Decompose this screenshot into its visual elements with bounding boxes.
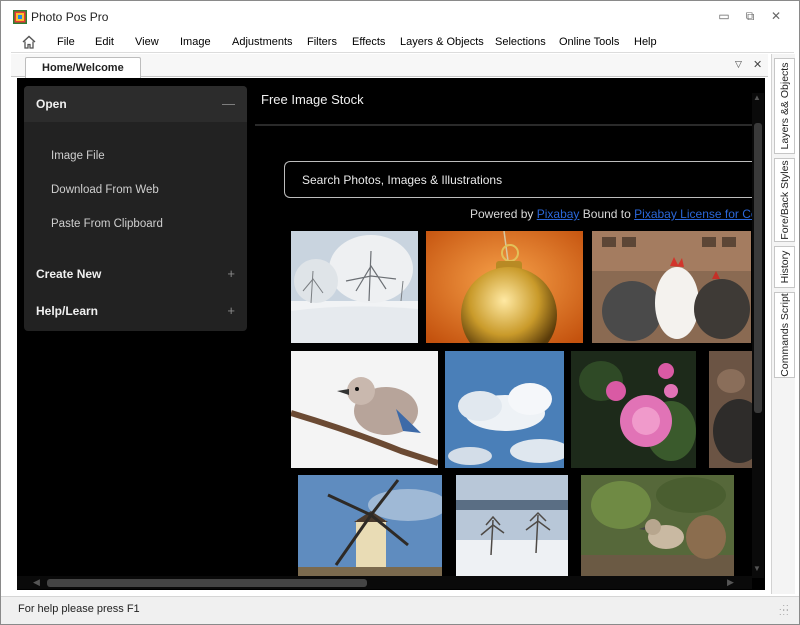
tab-fore-back-styles[interactable]: Fore/Back Styles xyxy=(774,158,795,242)
welcome-page: Open — Image File Download From Web Past… xyxy=(17,78,765,590)
window-title: Photo Pos Pro xyxy=(31,10,109,24)
tab-fore-back-styles-label: Fore/Back Styles xyxy=(778,160,791,240)
title-bar: Photo Pos Pro ▭ ⧉ ✕ xyxy=(1,1,799,31)
tab-home-welcome[interactable]: Home/Welcome xyxy=(25,57,141,78)
pixabay-link[interactable]: Pixabay xyxy=(537,207,580,221)
tab-history[interactable]: History xyxy=(774,246,795,288)
restore-button[interactable]: ⧉ xyxy=(739,7,761,25)
stock-header: Free Image Stock xyxy=(255,78,765,120)
minimize-button[interactable]: ▭ xyxy=(713,7,735,25)
menu-view[interactable]: View xyxy=(135,36,159,48)
side-panel-tabs: Layers && Objects Fore/Back Styles Histo… xyxy=(771,54,795,594)
menu-adjustments[interactable]: Adjustments xyxy=(232,36,293,48)
app-logo-icon xyxy=(13,10,27,24)
photo-jay-bird[interactable] xyxy=(291,351,438,468)
vertical-scroll-thumb[interactable] xyxy=(754,123,762,413)
photo-pink-flower[interactable] xyxy=(571,351,696,468)
resize-grip-icon[interactable]: .::.:: xyxy=(779,603,790,617)
create-new-title: Create New xyxy=(36,267,102,281)
close-button[interactable]: ✕ xyxy=(765,7,787,25)
tab-layers-objects[interactable]: Layers && Objects xyxy=(774,58,795,154)
scroll-left-icon[interactable]: ◀ xyxy=(33,577,40,588)
horizontal-scroll-thumb[interactable] xyxy=(47,579,367,587)
photo-sparrow-pinecone[interactable] xyxy=(581,475,734,576)
menu-effects[interactable]: Effects xyxy=(352,36,385,48)
tab-commands-script[interactable]: Commands Script xyxy=(774,292,795,378)
photo-gold-ornament[interactable] xyxy=(426,231,583,343)
search-placeholder: Search Photos, Images & Illustrations xyxy=(302,173,503,187)
status-text: For help please press F1 xyxy=(18,603,140,615)
powered-prefix: Powered by xyxy=(470,207,534,221)
photo-snowy-trees[interactable] xyxy=(291,231,418,343)
document-tab-strip: Home/Welcome ▽ ✕ xyxy=(11,54,768,78)
bound-text: Bound to xyxy=(582,207,631,221)
home-icon[interactable] xyxy=(21,34,37,50)
photo-windmill[interactable] xyxy=(298,475,442,576)
menu-file[interactable]: File xyxy=(57,36,75,48)
menu-filters[interactable]: Filters xyxy=(307,36,337,48)
menu-layers-objects[interactable]: Layers & Objects xyxy=(400,36,484,48)
menu-bar: File Edit View Image Adjustments Filters… xyxy=(11,32,794,53)
powered-by-line: Powered by Pixabay Bound to Pixabay Lice… xyxy=(470,207,754,221)
download-from-web-link[interactable]: Download From Web xyxy=(51,184,159,196)
menu-selections[interactable]: Selections xyxy=(495,36,546,48)
stock-divider xyxy=(255,124,753,126)
photo-hens[interactable] xyxy=(709,351,752,468)
scroll-right-icon[interactable]: ▶ xyxy=(727,577,734,588)
tab-menu-icon[interactable]: ▽ xyxy=(735,59,742,70)
scroll-up-icon[interactable]: ▲ xyxy=(753,93,761,102)
horizontal-scrollbar[interactable]: ◀ ▶ xyxy=(17,576,752,589)
menu-edit[interactable]: Edit xyxy=(95,36,114,48)
open-image-file-link[interactable]: Image File xyxy=(51,150,105,162)
menu-help[interactable]: Help xyxy=(634,36,657,48)
help-learn-section-header[interactable]: Help/Learn + xyxy=(24,293,247,329)
tab-close-icon[interactable]: ✕ xyxy=(753,58,762,71)
collapse-icon[interactable]: — xyxy=(222,86,235,122)
photo-roosters[interactable] xyxy=(592,231,751,343)
expand-icon[interactable]: + xyxy=(227,293,235,329)
image-search-input[interactable]: Search Photos, Images & Illustrations xyxy=(284,161,754,198)
tab-layers-objects-label: Layers && Objects xyxy=(778,62,791,150)
tab-commands-script-label: Commands Script xyxy=(778,293,791,377)
app-window: Photo Pos Pro ▭ ⧉ ✕ File Edit View Image… xyxy=(0,0,800,625)
open-section-header[interactable]: Open — xyxy=(24,86,247,122)
create-new-section-header[interactable]: Create New + xyxy=(24,256,247,292)
help-learn-title: Help/Learn xyxy=(36,304,99,318)
photo-clouds[interactable] xyxy=(445,351,564,468)
open-section-title: Open xyxy=(36,97,67,111)
tab-history-label: History xyxy=(778,250,791,284)
stock-title: Free Image Stock xyxy=(261,92,364,107)
vertical-scrollbar[interactable]: ▲ ▼ xyxy=(752,93,764,578)
menu-image[interactable]: Image xyxy=(180,36,211,48)
start-panel: Open — Image File Download From Web Past… xyxy=(24,86,247,331)
photo-winter-trees[interactable] xyxy=(456,475,568,576)
license-link[interactable]: Pixabay License for Co xyxy=(634,207,754,221)
paste-from-clipboard-link[interactable]: Paste From Clipboard xyxy=(51,218,163,230)
expand-icon[interactable]: + xyxy=(227,256,235,292)
status-bar: For help please press F1 .::.:: xyxy=(1,596,799,624)
scroll-down-icon[interactable]: ▼ xyxy=(753,564,761,573)
menu-online-tools[interactable]: Online Tools xyxy=(559,36,619,48)
